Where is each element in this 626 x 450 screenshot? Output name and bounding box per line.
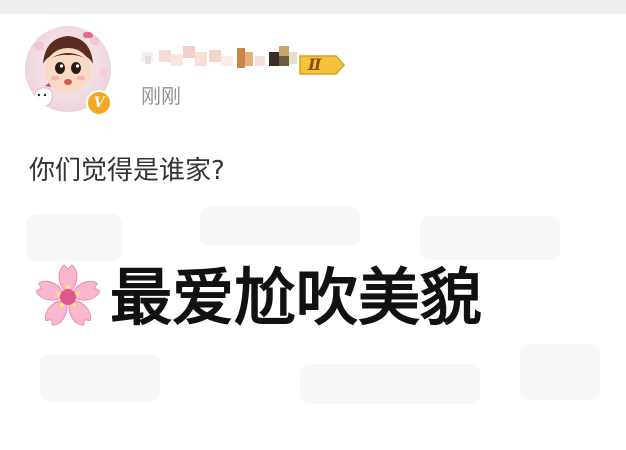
post-text: 你们觉得是谁家? [29,156,225,186]
top-divider [0,0,626,14]
image-haze [26,214,122,262]
post-timestamp: 刚刚 [141,84,181,108]
image-haze [520,344,600,400]
cherry-blossom-icon [33,262,103,332]
image-haze [420,216,560,260]
image-caption: 最爱尬吹美貌 [110,261,483,334]
username-blurred[interactable] [141,42,297,72]
level-badge-icon[interactable]: Ⅱ [298,53,346,77]
image-haze [200,206,360,246]
verified-v-icon: V [86,90,112,116]
level-badge-text: Ⅱ [308,55,322,74]
level-badge-shape [299,55,346,75]
cherry-blossom-shape [35,264,101,326]
verified-letter: V [93,95,105,111]
image-haze [40,354,160,402]
image-haze [300,364,480,404]
